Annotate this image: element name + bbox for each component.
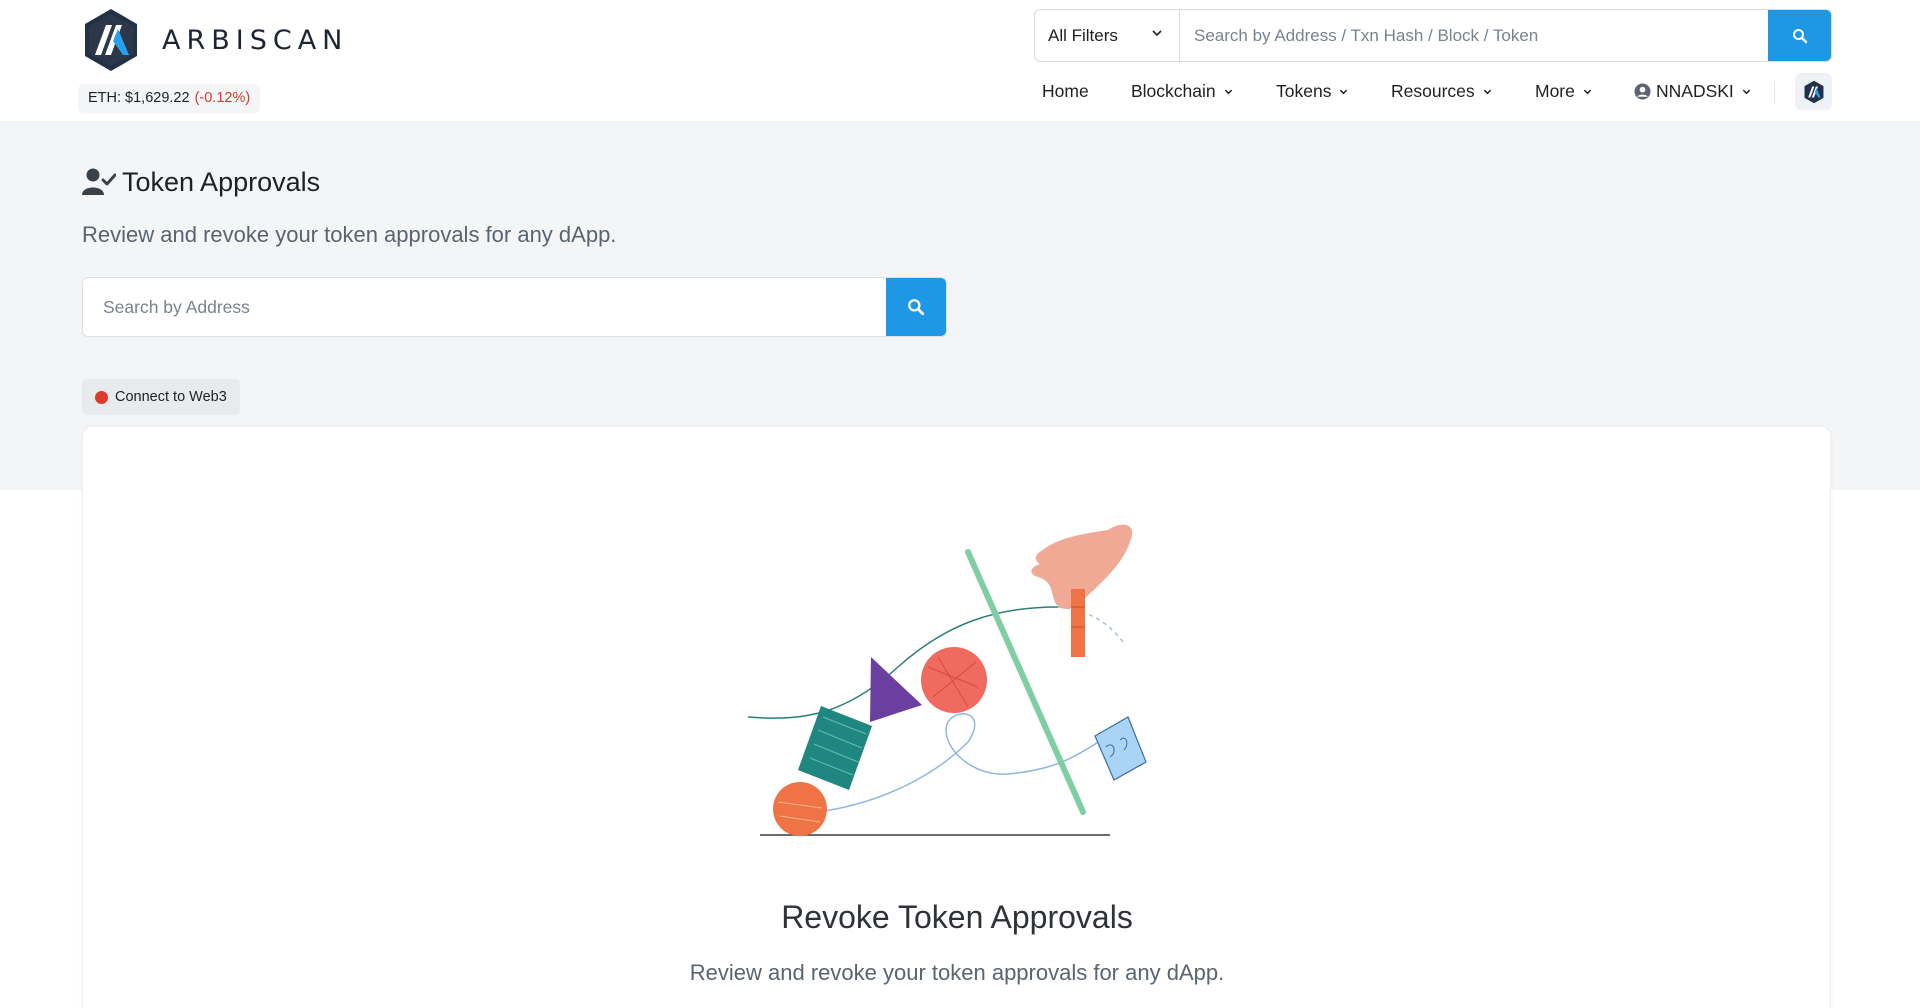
site-header: ARBISCAN ETH: $1,629.22 (-0.12%) All Filt… bbox=[0, 0, 1920, 122]
nav-divider bbox=[1774, 82, 1775, 104]
global-search: All Filters Search by Address / Txn Hash… bbox=[1034, 9, 1832, 62]
nav-more[interactable]: More bbox=[1535, 78, 1592, 104]
balancing-shapes-illustration bbox=[747, 524, 1147, 836]
chevron-down-icon bbox=[1583, 89, 1592, 94]
global-search-placeholder: Search by Address / Txn Hash / Block / T… bbox=[1194, 25, 1539, 45]
search-icon bbox=[908, 299, 925, 316]
connect-web3-label: Connect to Web3 bbox=[115, 389, 227, 405]
nav-tokens-label: Tokens bbox=[1276, 80, 1332, 101]
eth-price-change: (-0.12%) bbox=[194, 90, 251, 106]
address-search-input[interactable]: Search by Address bbox=[83, 278, 886, 336]
connection-status-dot bbox=[95, 390, 108, 404]
arbitrum-logo-icon bbox=[85, 9, 137, 71]
chevron-down-icon bbox=[1340, 89, 1348, 94]
chevron-down-icon bbox=[1742, 89, 1750, 94]
page-title: Token Approvals bbox=[82, 164, 320, 200]
global-search-input[interactable]: Search by Address / Txn Hash / Block / T… bbox=[1180, 10, 1768, 61]
nav-more-label: More bbox=[1535, 80, 1575, 101]
nav-blockchain-label: Blockchain bbox=[1131, 80, 1216, 101]
chevron-down-icon bbox=[1224, 89, 1232, 94]
nav-resources[interactable]: Resources bbox=[1391, 78, 1492, 104]
nav-home-label: Home bbox=[1042, 80, 1089, 101]
connect-web3-button[interactable]: Connect to Web3 bbox=[82, 379, 240, 415]
global-search-button[interactable] bbox=[1768, 10, 1831, 61]
nav-blockchain[interactable]: Blockchain bbox=[1131, 78, 1233, 104]
user-check-icon bbox=[82, 168, 116, 195]
address-search-placeholder: Search by Address bbox=[103, 296, 250, 317]
page-title-text: Token Approvals bbox=[122, 166, 321, 197]
nav-tokens[interactable]: Tokens bbox=[1276, 78, 1348, 104]
nav-home[interactable]: Home bbox=[1042, 78, 1089, 104]
user-circle-icon bbox=[1634, 82, 1651, 100]
search-icon bbox=[1792, 28, 1807, 43]
chevron-down-icon bbox=[1483, 89, 1491, 94]
card-subtitle: Review and revoke your token approvals f… bbox=[689, 960, 1225, 985]
nav-user-account[interactable]: NNADSKI bbox=[1634, 78, 1751, 104]
address-search: Search by Address bbox=[82, 277, 947, 337]
nav-user-label: NNADSKI bbox=[1656, 80, 1734, 101]
card-title: Revoke Token Approvals bbox=[781, 899, 1133, 935]
nav-resources-label: Resources bbox=[1391, 80, 1475, 101]
arbitrum-logo-icon bbox=[1804, 80, 1823, 103]
network-switch-button[interactable] bbox=[1795, 73, 1832, 110]
chevron-down-icon bbox=[1152, 30, 1162, 37]
eth-price-value: ETH: $1,629.22 bbox=[88, 90, 190, 106]
page-subtitle: Review and revoke your token approvals f… bbox=[82, 222, 617, 247]
eth-price-badge[interactable]: ETH: $1,629.22 (-0.12%) bbox=[78, 84, 261, 113]
search-filter-select[interactable]: All Filters bbox=[1035, 10, 1180, 61]
address-search-button[interactable] bbox=[886, 278, 946, 336]
brand-logo[interactable]: ARBISCAN bbox=[82, 7, 348, 73]
search-filter-label: All Filters bbox=[1048, 25, 1118, 45]
brand-name: ARBISCAN bbox=[162, 24, 349, 56]
